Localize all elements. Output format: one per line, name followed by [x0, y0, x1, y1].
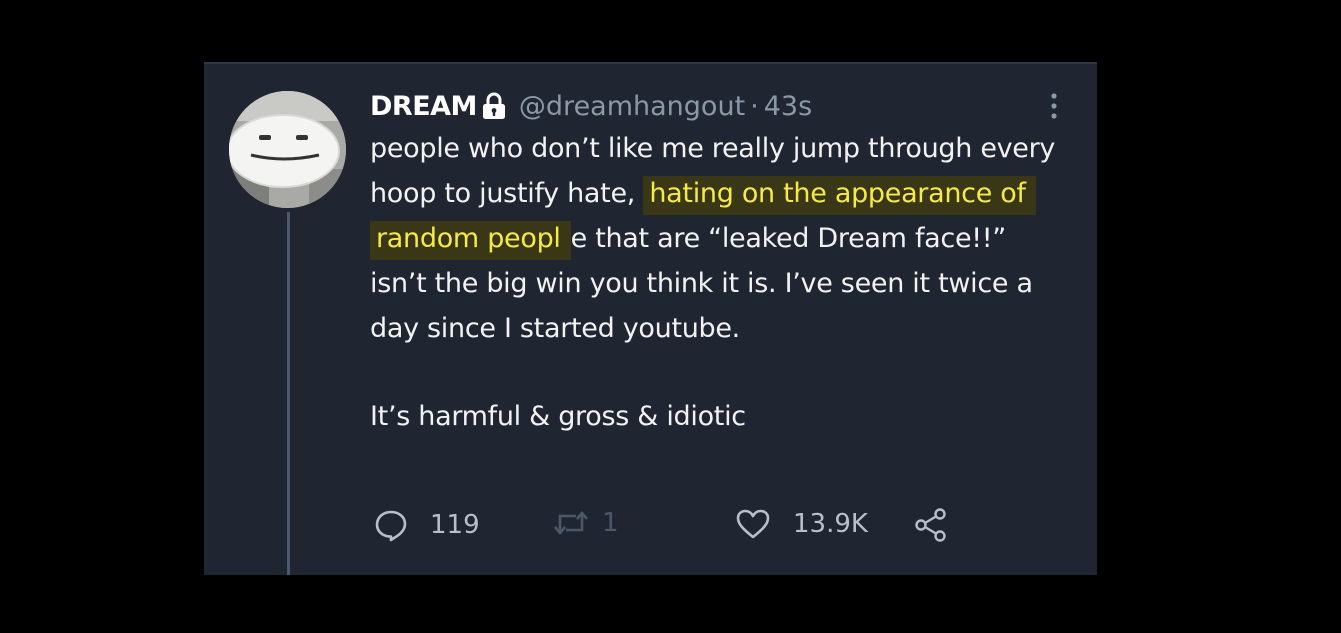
reply-count: 119: [430, 510, 480, 540]
heart-icon: [736, 509, 770, 539]
timestamp[interactable]: 43s: [764, 91, 812, 122]
more-vertical-icon[interactable]: [1044, 91, 1064, 121]
retweet-button[interactable]: 1: [552, 508, 619, 538]
retweet-icon: [554, 510, 588, 536]
avatar-image: [229, 91, 346, 208]
retweet-count: 1: [602, 508, 619, 538]
separator-dot: ·: [750, 90, 759, 122]
tweet-actions: 119 1 13.9K: [370, 508, 990, 548]
user-handle[interactable]: @dreamhangout: [519, 91, 745, 122]
share-button[interactable]: [914, 508, 948, 542]
thread-line: [287, 212, 290, 575]
reply-button[interactable]: 119: [374, 508, 480, 542]
avatar[interactable]: [229, 91, 346, 208]
tweet-content: DREAM @dreamhangout · 43s people who don…: [370, 86, 1070, 439]
share-icon: [915, 508, 946, 542]
tweet-text: people who don’t like me really jump thr…: [370, 126, 1070, 351]
tweet-header: DREAM @dreamhangout · 43s: [370, 86, 1070, 126]
reply-icon: [375, 510, 407, 542]
like-button[interactable]: 13.9K: [735, 508, 868, 540]
lock-icon: [481, 92, 507, 120]
display-name[interactable]: DREAM: [370, 91, 477, 122]
tweet-card: DREAM @dreamhangout · 43s people who don…: [204, 62, 1097, 575]
tweet-text-second-paragraph: It’s harmful & gross & idiotic: [370, 401, 746, 432]
like-count: 13.9K: [793, 509, 868, 539]
